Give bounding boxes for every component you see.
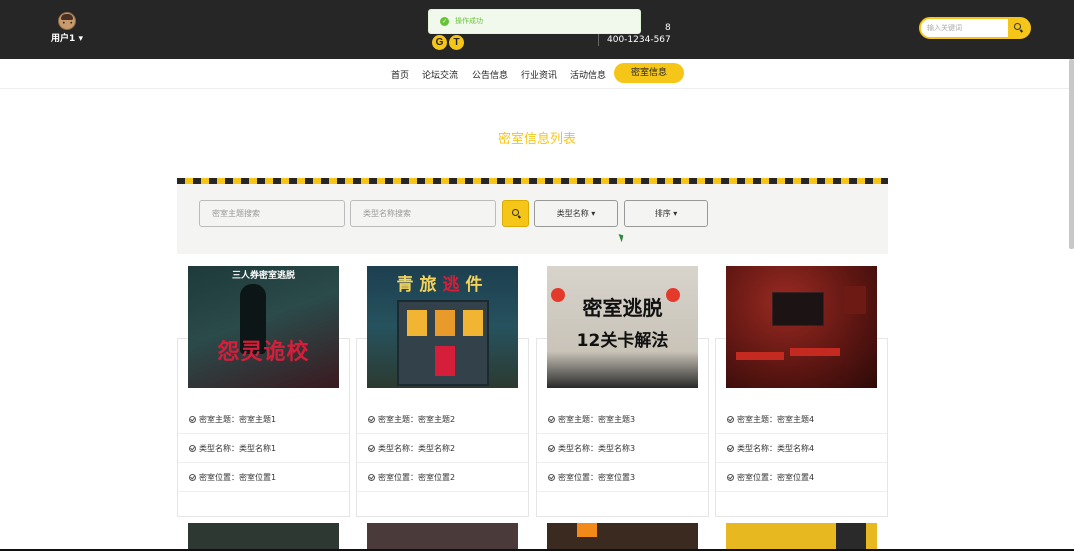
room-theme: 密室主题：密室主题3 [537, 405, 708, 434]
table-illustration [736, 352, 784, 360]
nav-activity[interactable]: 活动信息 [570, 68, 606, 81]
check-circle-icon: ✓ [440, 17, 449, 26]
room-location: 密室位置：密室位置2 [357, 463, 528, 492]
sign-illustration [836, 523, 866, 551]
header-search-button[interactable] [1008, 19, 1029, 37]
page-title: 密室信息列表 [497, 132, 576, 147]
check-circle-icon [727, 474, 734, 481]
room-type: 类型名称：类型名称2 [357, 434, 528, 463]
room-image[interactable] [547, 523, 698, 551]
room-type: 类型名称：类型名称4 [716, 434, 887, 463]
image-title: 青旅逃件 [396, 275, 489, 295]
user-menu[interactable]: 用户1 ▾ [50, 12, 84, 44]
room-image[interactable] [726, 266, 877, 388]
scrollbar[interactable] [1069, 59, 1074, 249]
check-circle-icon [548, 474, 555, 481]
search-icon [512, 209, 519, 216]
check-circle-icon [368, 416, 375, 423]
check-circle-icon [548, 416, 555, 423]
nav-forum[interactable]: 论坛交流 [422, 68, 458, 81]
room-type: 类型名称：类型名称1 [178, 434, 349, 463]
logo-letter: G [432, 35, 447, 50]
building-illustration [397, 300, 489, 386]
image-subtitle: 12关卡解法 [576, 331, 669, 351]
room-image[interactable] [367, 523, 518, 551]
success-toast: ✓ 操作成功 [428, 9, 641, 34]
nav-industry[interactable]: 行业资讯 [521, 68, 557, 81]
room-image[interactable] [726, 523, 877, 551]
check-circle-icon [368, 474, 375, 481]
room-image[interactable]: 密室逃脱 12关卡解法 [547, 266, 698, 388]
filter-panel: 类型名称 ▾ 排序 ▾ [177, 184, 888, 254]
room-type: 类型名称：类型名称3 [537, 434, 708, 463]
filter-search-button[interactable] [502, 200, 529, 227]
caret-down-icon: ▾ [78, 34, 83, 44]
burst-illustration [577, 523, 597, 537]
sort-dropdown[interactable]: 排序 ▾ [624, 200, 708, 227]
table-illustration [790, 348, 840, 356]
check-circle-icon [548, 445, 555, 452]
image-caption: 三人券密室逃脱 [231, 271, 295, 281]
room-location: 密室位置：密室位置4 [716, 463, 887, 492]
theme-search-input[interactable] [199, 200, 345, 227]
wall-panel [844, 286, 866, 314]
room-theme: 密室主题：密室主题4 [716, 405, 887, 434]
nav-notice[interactable]: 公告信息 [472, 68, 508, 81]
check-circle-icon [727, 445, 734, 452]
user-label[interactable]: 用户1 ▾ [50, 31, 84, 44]
search-icon [1014, 23, 1021, 30]
check-circle-icon [727, 416, 734, 423]
check-circle-icon [189, 416, 196, 423]
type-search-input[interactable] [350, 200, 496, 227]
check-circle-icon [189, 445, 196, 452]
avatar[interactable] [58, 12, 76, 30]
toast-message: 操作成功 [455, 17, 483, 25]
nav-escape-room[interactable]: 密室信息 [614, 63, 684, 83]
room-image[interactable] [188, 523, 339, 551]
nav-home[interactable]: 首页 [391, 68, 409, 81]
logo-letter: T [449, 35, 464, 50]
check-circle-icon [368, 445, 375, 452]
main-nav: 首页 论坛交流 公告信息 行业资讯 活动信息 密室信息 [0, 59, 1074, 89]
question-badge [551, 288, 565, 302]
screen-illustration [772, 292, 824, 326]
room-theme: 密室主题：密室主题1 [178, 405, 349, 434]
room-theme: 密室主题：密室主题2 [357, 405, 528, 434]
check-circle-icon [189, 474, 196, 481]
type-dropdown[interactable]: 类型名称 ▾ [534, 200, 618, 227]
question-badge [666, 288, 680, 302]
room-image[interactable]: 青旅逃件 [367, 266, 518, 388]
room-location: 密室位置：密室位置3 [537, 463, 708, 492]
header-search-input[interactable] [921, 19, 1009, 37]
room-location: 密室位置：密室位置1 [178, 463, 349, 492]
header-search [919, 17, 1031, 39]
phone-number: 400-1234-567 [607, 35, 671, 45]
image-title: 怨灵诡校 [217, 340, 310, 365]
room-image[interactable]: 三人券密室逃脱 怨灵诡校 [188, 266, 339, 388]
